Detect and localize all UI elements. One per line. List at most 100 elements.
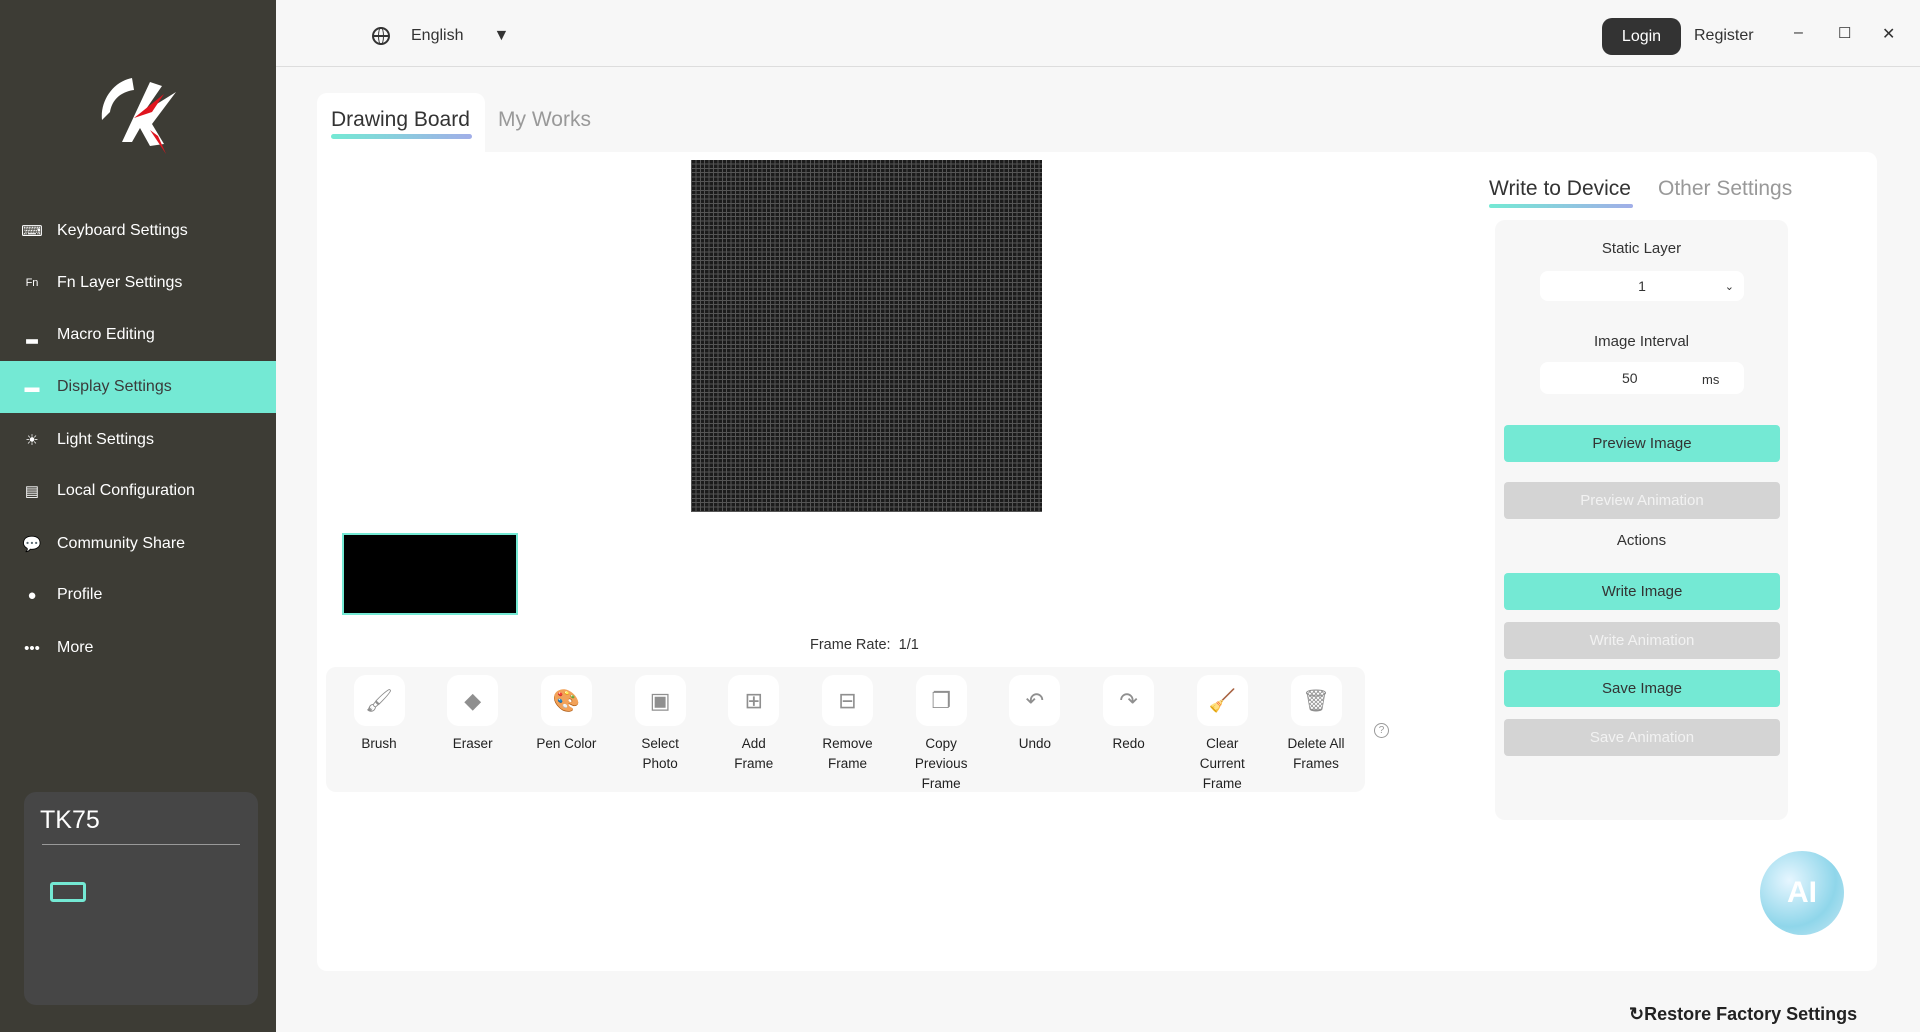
register-link[interactable]: Register bbox=[1694, 27, 1754, 45]
more-icon: ••• bbox=[24, 639, 40, 657]
redo-icon: ↷ bbox=[1103, 675, 1155, 726]
divider bbox=[42, 844, 240, 845]
tab-drawing-board[interactable]: Drawing Board bbox=[317, 93, 485, 155]
copy-previous-frame-icon: ❐ bbox=[915, 675, 967, 726]
help-icon[interactable]: ? bbox=[1374, 723, 1389, 738]
sidebar-item-profile[interactable]: ● Profile bbox=[0, 569, 276, 621]
ai-label: AI bbox=[1787, 876, 1817, 909]
drawing-canvas[interactable] bbox=[691, 160, 1042, 512]
archive-icon: ▤ bbox=[24, 483, 40, 500]
tool-label: Select Photo bbox=[641, 736, 679, 771]
tool-add-frame[interactable]: ⊞ Add Frame bbox=[709, 675, 799, 774]
sidebar-item-label: Local Configuration bbox=[57, 482, 195, 499]
tool-clear-current-frame[interactable]: 🧹 Clear Current Frame bbox=[1177, 675, 1267, 794]
sidebar-item-community-share[interactable]: 💬 Community Share bbox=[0, 518, 276, 570]
ai-assistant-button[interactable]: AI bbox=[1760, 851, 1844, 935]
fn-icon: Fn bbox=[25, 277, 39, 289]
remove-frame-icon: ⊟ bbox=[822, 675, 873, 726]
sidebar-item-more[interactable]: ••• More bbox=[0, 622, 276, 674]
minimize-button[interactable]: – bbox=[1794, 24, 1803, 42]
pen-color-icon: 🎨 bbox=[540, 675, 592, 726]
tool-label: Copy Previous Frame bbox=[914, 736, 968, 791]
tool-remove-frame[interactable]: ⊟ Remove Frame bbox=[803, 675, 893, 774]
restore-factory-settings[interactable]: ↻Restore Factory Settings bbox=[1629, 1004, 1857, 1025]
static-layer-value: 1 bbox=[1638, 278, 1646, 294]
device-name: TK75 bbox=[40, 806, 100, 834]
active-tab-underline bbox=[331, 134, 472, 139]
frame-rate-label: Frame Rate: bbox=[810, 637, 891, 653]
close-button[interactable]: ✕ bbox=[1882, 24, 1895, 44]
caret-down-icon: ▼ bbox=[493, 27, 510, 44]
sidebar-item-local-configuration[interactable]: ▤ Local Configuration bbox=[0, 465, 276, 517]
sidebar-item-label: Light Settings bbox=[57, 431, 154, 448]
sidebar-item-label: More bbox=[57, 639, 94, 656]
tool-label: Brush bbox=[361, 736, 397, 751]
active-tab-underline bbox=[1489, 204, 1633, 208]
frame-rate: Frame Rate: 1/1 bbox=[810, 637, 919, 653]
select-photo-icon: ▣ bbox=[634, 675, 686, 726]
tab-label: Write to Device bbox=[1489, 177, 1631, 200]
sidebar-item-display-settings[interactable]: ▬ Display Settings bbox=[0, 361, 276, 413]
tab-label: Drawing Board bbox=[331, 108, 470, 131]
static-layer-label: Static Layer bbox=[1601, 240, 1682, 257]
tab-my-works[interactable]: My Works bbox=[498, 108, 591, 132]
image-interval-input[interactable]: 50 ms bbox=[1540, 362, 1744, 394]
frame-rate-value: 1/1 bbox=[898, 637, 919, 653]
macro-icon: ▂ bbox=[26, 327, 38, 344]
tool-eraser[interactable]: ◆ Eraser bbox=[428, 675, 518, 754]
image-interval-label: Image Interval bbox=[1593, 333, 1690, 350]
tool-undo[interactable]: ↶ Undo bbox=[990, 675, 1080, 754]
brand-logo bbox=[92, 72, 184, 160]
sidebar-item-macro-editing[interactable]: ▂ Macro Editing bbox=[0, 309, 276, 361]
tool-label: Pen Color bbox=[536, 736, 597, 751]
login-button[interactable]: Login bbox=[1602, 18, 1681, 55]
tool-brush[interactable]: 🖌 Brush bbox=[334, 675, 424, 754]
tab-write-to-device[interactable]: Write to Device bbox=[1489, 177, 1633, 208]
actions-label: Actions bbox=[1616, 532, 1667, 549]
preview-animation-button[interactable]: Preview Animation bbox=[1504, 482, 1780, 519]
sidebar-item-label: Display Settings bbox=[57, 378, 172, 395]
sidebar-item-fn-layer-settings[interactable]: Fn Fn Layer Settings bbox=[0, 257, 276, 309]
write-animation-button[interactable]: Write Animation bbox=[1504, 622, 1780, 659]
delete-all-frames-icon: 🗑 bbox=[1290, 675, 1342, 726]
tool-label: Redo bbox=[1112, 736, 1145, 751]
write-image-button[interactable]: Write Image bbox=[1504, 573, 1780, 610]
interval-unit: ms bbox=[1702, 372, 1720, 387]
tab-other-settings[interactable]: Other Settings bbox=[1658, 177, 1792, 201]
tool-label: Clear Current Frame bbox=[1199, 736, 1245, 791]
user-icon: ● bbox=[27, 586, 37, 604]
interval-value: 50 bbox=[1622, 370, 1638, 386]
tool-copy-previous-frame[interactable]: ❐ Copy Previous Frame bbox=[896, 675, 986, 794]
keyboard-connected-icon bbox=[50, 882, 86, 902]
globe-icon bbox=[372, 27, 390, 45]
tool-label: Remove Frame bbox=[822, 736, 873, 771]
sidebar-item-keyboard-settings[interactable]: ⌨ Keyboard Settings bbox=[0, 205, 276, 257]
sidebar-item-label: Fn Layer Settings bbox=[57, 274, 183, 291]
sidebar-item-label: Profile bbox=[57, 586, 103, 603]
frame-thumbnail[interactable] bbox=[342, 533, 518, 615]
sidebar-item-label: Macro Editing bbox=[57, 326, 155, 343]
tool-redo[interactable]: ↷ Redo bbox=[1084, 675, 1174, 754]
maximize-button[interactable]: ☐ bbox=[1838, 24, 1851, 42]
language-label: English bbox=[411, 27, 464, 44]
tool-pen-color[interactable]: 🎨 Pen Color bbox=[521, 675, 611, 754]
tool-delete-all-frames[interactable]: 🗑 Delete All Frames bbox=[1271, 675, 1361, 774]
preview-image-button[interactable]: Preview Image bbox=[1504, 425, 1780, 462]
restore-label: Restore Factory Settings bbox=[1644, 1004, 1858, 1024]
device-card[interactable]: TK75 bbox=[24, 792, 258, 1005]
tool-label: Undo bbox=[1018, 736, 1052, 751]
chat-icon: 💬 bbox=[22, 536, 42, 553]
tool-label: Add Frame bbox=[734, 736, 774, 771]
tool-select-photo[interactable]: ▣ Select Photo bbox=[615, 675, 705, 774]
tool-label: Eraser bbox=[452, 736, 493, 751]
sidebar-item-light-settings[interactable]: ☀ Light Settings bbox=[0, 414, 276, 466]
light-icon: ☀ bbox=[25, 432, 39, 449]
static-layer-select[interactable]: 1 ⌄ bbox=[1540, 271, 1744, 301]
sidebar-item-label: Community Share bbox=[57, 535, 186, 552]
eraser-icon: ◆ bbox=[447, 675, 499, 726]
header: English ▼ Login Register – ☐ ✕ bbox=[276, 0, 1920, 67]
save-animation-button[interactable]: Save Animation bbox=[1504, 719, 1780, 756]
add-frame-icon: ⊞ bbox=[728, 675, 780, 726]
save-image-button[interactable]: Save Image bbox=[1504, 670, 1780, 707]
language-select[interactable]: English ▼ bbox=[411, 27, 511, 45]
